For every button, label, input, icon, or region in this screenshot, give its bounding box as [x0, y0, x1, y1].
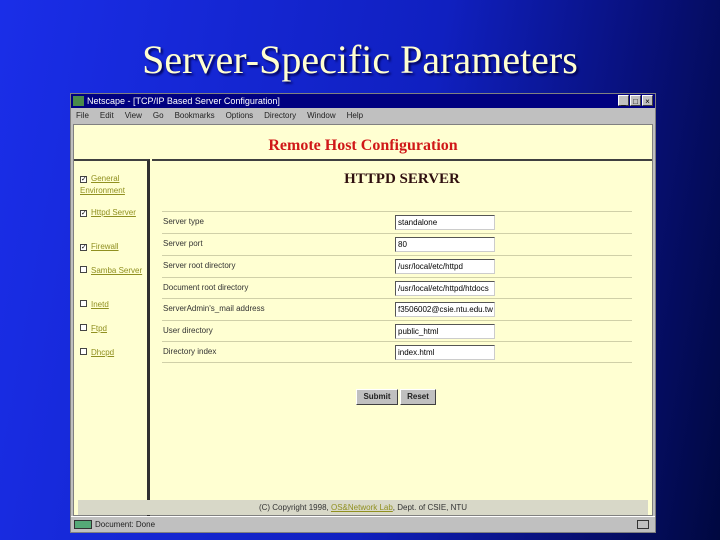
lab-link[interactable]: OS&Network Lab [331, 503, 393, 512]
security-key-icon [74, 520, 92, 529]
sidebar-item-inetd[interactable]: Inetd [80, 299, 109, 311]
checkbox[interactable] [80, 348, 87, 355]
sidebar-item-httpd[interactable]: ✓ Httpd Server [80, 207, 136, 219]
field-row: Directory index index.html [162, 341, 632, 363]
menu-directory[interactable]: Directory [264, 108, 296, 124]
minimize-button[interactable]: _ [618, 95, 629, 106]
mail-icon[interactable] [637, 520, 649, 529]
sidebar-item-samba[interactable]: Samba Server [80, 265, 142, 277]
submit-button[interactable]: Submit [356, 389, 398, 405]
divider [162, 362, 632, 363]
field-row: Server root directory/usr/local/etc/http… [162, 255, 632, 277]
browser-window: Netscape - [TCP/IP Based Server Configur… [70, 93, 656, 533]
menu-help[interactable]: Help [347, 108, 363, 124]
menu-bookmarks[interactable]: Bookmarks [175, 108, 215, 124]
page-content: Remote Host Configuration ✓ General Envir… [73, 124, 653, 517]
netscape-icon [73, 96, 84, 106]
server-type-input[interactable]: standalone [395, 215, 495, 230]
sidebar-item-firewall[interactable]: ✓ Firewall [80, 241, 119, 253]
status-bar: Document: Done [71, 516, 655, 532]
field-row: Server port 80 [162, 233, 632, 255]
field-row: Document root directory/usr/local/etc/ht… [162, 277, 632, 299]
title-bar: Netscape - [TCP/IP Based Server Configur… [71, 94, 655, 108]
field-row: User directory public_html [162, 320, 632, 342]
sidebar-frame: ✓ General Environment ✓ Httpd Server ✓ Fire… [74, 159, 150, 517]
menu-window[interactable]: Window [307, 108, 335, 124]
window-title: Netscape - [TCP/IP Based Server Configur… [87, 96, 280, 106]
field-row: ServerAdmin's_mail address f3506002@csie.… [162, 298, 632, 320]
directory-index-input[interactable]: index.html [395, 345, 495, 360]
checkbox[interactable] [80, 266, 87, 273]
admin-email-input[interactable]: f3506002@csie.ntu.edu.tw [395, 302, 495, 317]
page-heading: Remote Host Configuration [268, 137, 458, 154]
checkbox[interactable] [80, 300, 87, 307]
slide-title: Server-Specific Parameters [142, 37, 578, 82]
menu-file[interactable]: File [76, 108, 89, 124]
menu-bar: File Edit View Go Bookmarks Options Dire… [71, 108, 655, 124]
status-text: Document: Done [95, 520, 156, 529]
server-root-input[interactable]: /usr/local/etc/httpd [395, 259, 495, 274]
menu-go[interactable]: Go [153, 108, 164, 124]
menu-view[interactable]: View [125, 108, 142, 124]
field-row: Server type standalone [162, 211, 632, 233]
form-title: HTTPD SERVER [344, 171, 460, 187]
checkbox[interactable]: ✓ [80, 244, 87, 251]
checkbox[interactable]: ✓ [80, 176, 87, 183]
close-button[interactable]: × [642, 95, 653, 106]
server-port-input[interactable]: 80 [395, 237, 495, 252]
user-directory-input[interactable]: public_html [395, 324, 495, 339]
sidebar-item-ftpd[interactable]: Ftpd [80, 323, 107, 335]
document-root-input[interactable]: /usr/local/etc/httpd/htdocs [395, 281, 495, 296]
checkbox[interactable] [80, 324, 87, 331]
sidebar-item-dhcpd[interactable]: Dhcpd [80, 347, 114, 359]
form-frame: HTTPD SERVER Server type standalone Serve… [152, 159, 652, 517]
menu-options[interactable]: Options [226, 108, 254, 124]
footer: (C) Copyright 1998, OS&Network Lab, Dept… [78, 500, 648, 515]
checkbox[interactable]: ✓ [80, 210, 87, 217]
menu-edit[interactable]: Edit [100, 108, 114, 124]
reset-button[interactable]: Reset [400, 389, 436, 405]
sidebar-item-general[interactable]: ✓ General Environment [80, 173, 147, 197]
maximize-button[interactable]: □ [630, 95, 641, 106]
